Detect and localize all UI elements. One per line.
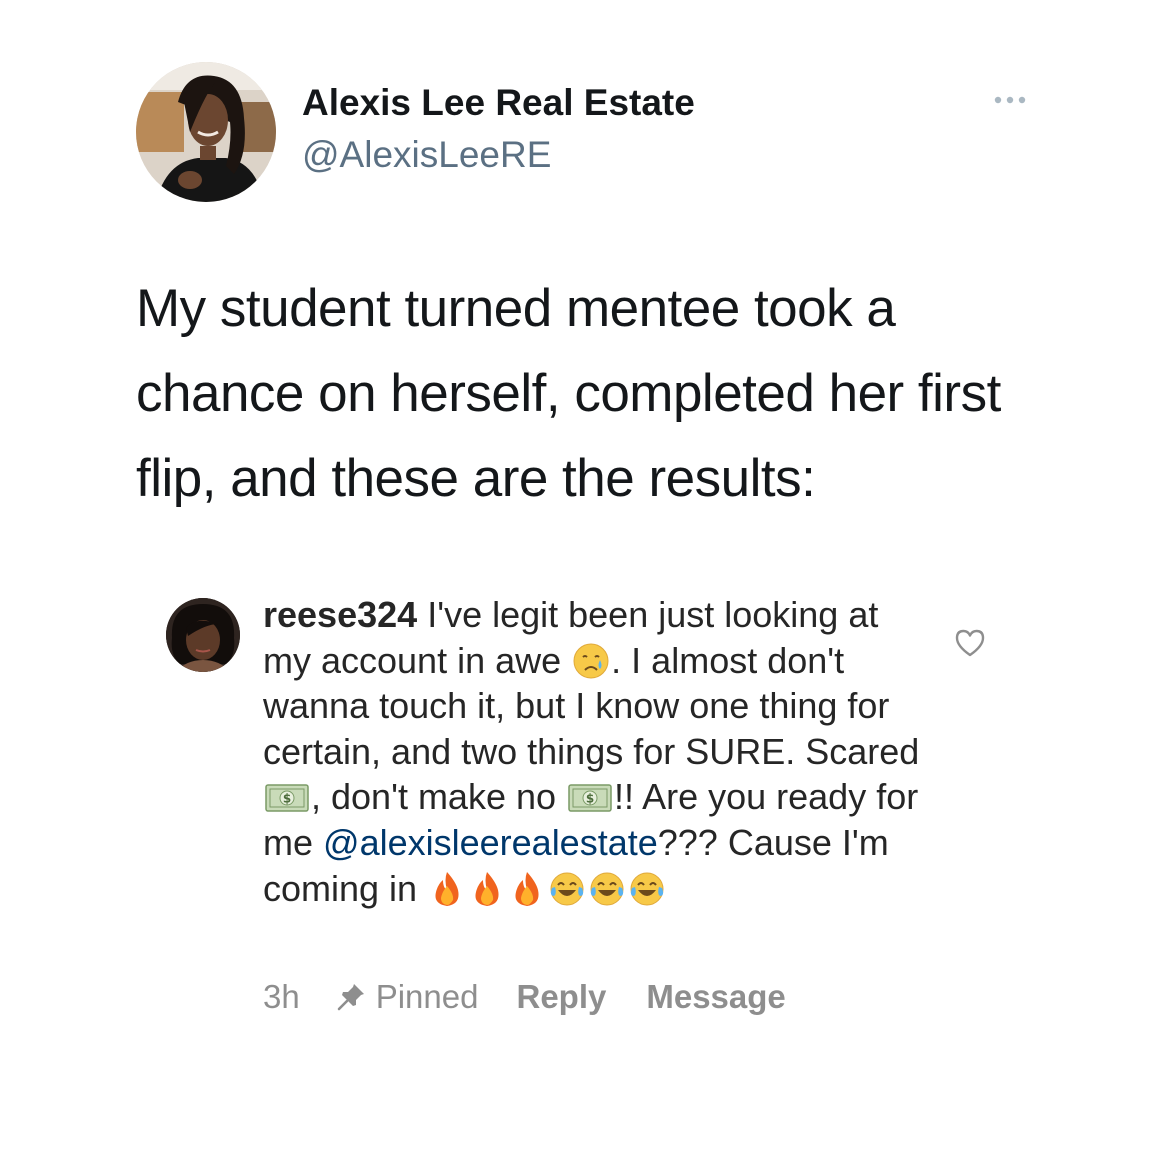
comment-time: 3h bbox=[263, 978, 300, 1015]
fire-emoji bbox=[468, 870, 506, 908]
reply-button[interactable]: Reply bbox=[516, 978, 606, 1016]
dollar-bill-emoji: $ bbox=[265, 783, 309, 813]
fire-emoji bbox=[428, 870, 466, 908]
fire-emoji bbox=[508, 870, 546, 908]
comment-text-part-3: , don't make no bbox=[311, 776, 557, 818]
heart-outline-icon[interactable] bbox=[954, 628, 986, 658]
comment-username[interactable]: reese324 bbox=[263, 594, 417, 635]
author-avatar[interactable] bbox=[136, 62, 276, 202]
svg-text:$: $ bbox=[586, 792, 594, 806]
comment-body: reese324 I've legit been just looking at… bbox=[263, 592, 923, 911]
tweet-header: Alexis Lee Real Estate @AlexisLeeRE bbox=[136, 62, 1036, 202]
comment-mention-link[interactable]: @alexisleerealestate bbox=[323, 822, 658, 863]
commenter-avatar[interactable] bbox=[166, 598, 240, 672]
message-button[interactable]: Message bbox=[646, 978, 785, 1016]
pin-icon bbox=[336, 982, 366, 1012]
author-name[interactable]: Alexis Lee Real Estate bbox=[302, 82, 695, 124]
comment-meta: 3h Pinned Reply Message bbox=[263, 978, 786, 1016]
author-handle[interactable]: @AlexisLeeRE bbox=[302, 134, 551, 176]
tweet-text: My student turned mentee took a chance o… bbox=[136, 279, 1001, 508]
dollar-bill-emoji: $ bbox=[568, 783, 612, 813]
svg-text:$: $ bbox=[283, 792, 291, 806]
pinned-comment: reese324 I've legit been just looking at… bbox=[166, 594, 1016, 1038]
crying-face-emoji bbox=[572, 642, 610, 680]
tears-of-joy-emoji bbox=[548, 870, 586, 908]
tears-of-joy-emoji bbox=[588, 870, 626, 908]
tears-of-joy-emoji bbox=[628, 870, 666, 908]
pinned-label: Pinned bbox=[375, 978, 479, 1015]
more-options-icon[interactable] bbox=[992, 90, 1036, 110]
